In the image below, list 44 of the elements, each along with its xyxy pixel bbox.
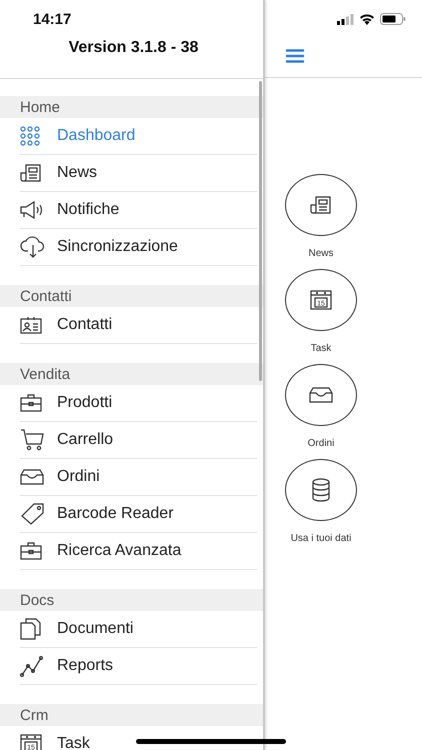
- wifi-icon: [359, 13, 375, 25]
- menu-item[interactable]: Sincronizzazione: [20, 229, 257, 266]
- documents-icon: [20, 618, 42, 640]
- briefcase-icon: [20, 542, 42, 560]
- shortcut-button[interactable]: [285, 174, 357, 236]
- menu-item[interactable]: Barcode Reader: [20, 496, 257, 533]
- shortcut-button[interactable]: [285, 459, 357, 521]
- cloud-download-icon: [20, 236, 46, 258]
- grid-icon: [20, 126, 40, 146]
- briefcase-icon: [20, 394, 42, 412]
- menu-item[interactable]: Ordini: [20, 459, 257, 496]
- section-header: Crm: [0, 704, 263, 726]
- tag-icon: [20, 503, 44, 525]
- shortcut-label: News: [308, 248, 334, 259]
- menu-item[interactable]: Notifiche: [20, 192, 257, 229]
- database-icon: [311, 478, 331, 502]
- menu-item[interactable]: Ricerca Avanzata: [20, 533, 257, 570]
- contact-card-icon: [20, 316, 42, 334]
- menu-item[interactable]: Prodotti: [20, 385, 257, 422]
- signal-icon: [337, 14, 354, 24]
- cart-icon: [20, 429, 44, 451]
- section-header: Home: [0, 96, 263, 118]
- line-chart-icon: [20, 655, 44, 677]
- menu-icon[interactable]: [286, 49, 304, 63]
- shortcut-label: Ordini: [308, 438, 334, 449]
- menu-item[interactable]: Dashboard: [20, 118, 257, 155]
- shortcut-button[interactable]: [285, 364, 357, 426]
- status-time: 14:17: [33, 10, 72, 28]
- menu-item[interactable]: Carrello: [20, 422, 257, 459]
- section-header: Docs: [0, 589, 263, 611]
- version-title: Version 3.1.8 - 38: [68, 39, 198, 57]
- shortcut-label: Task: [310, 343, 332, 354]
- newspaper-icon: [310, 195, 332, 215]
- tray-icon: [309, 387, 333, 403]
- section-header: Contatti: [0, 285, 263, 307]
- shortcut-label: Usa i tuoi dati: [290, 533, 352, 544]
- menu-item[interactable]: News: [20, 155, 257, 192]
- menu-item[interactable]: Reports: [20, 648, 257, 685]
- battery-icon: [380, 13, 406, 25]
- menu-item[interactable]: Documenti: [20, 611, 257, 648]
- section-header: Vendita: [0, 363, 263, 385]
- menu-item[interactable]: Contatti: [20, 307, 257, 344]
- tray-icon: [20, 469, 44, 485]
- newspaper-icon: [20, 163, 42, 183]
